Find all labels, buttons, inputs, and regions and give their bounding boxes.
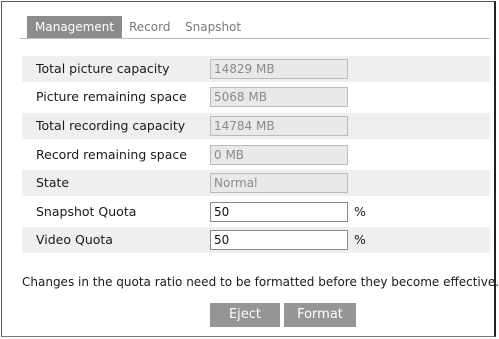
total-picture-capacity-label: Total picture capacity xyxy=(36,61,170,76)
picture-remaining-space-field: 5068 MB xyxy=(210,87,348,107)
row-record-remaining-space: Record remaining space 0 MB xyxy=(22,142,490,168)
format-button[interactable]: Format xyxy=(284,303,356,327)
state-field: Normal xyxy=(210,173,348,193)
tab-management[interactable]: Management xyxy=(27,16,123,38)
snapshot-quota-label: Snapshot Quota xyxy=(36,204,137,219)
tab-record[interactable]: Record xyxy=(129,16,170,38)
row-state: State Normal xyxy=(22,170,490,196)
total-recording-capacity-field: 14784 MB xyxy=(210,116,348,136)
quota-format-note: Changes in the quota ratio need to be fo… xyxy=(22,275,499,289)
total-recording-capacity-label: Total recording capacity xyxy=(36,118,186,133)
video-quota-label: Video Quota xyxy=(36,232,113,247)
total-picture-capacity-field: 14829 MB xyxy=(210,59,348,79)
row-video-quota: Video Quota % xyxy=(22,227,490,253)
video-quota-unit: % xyxy=(354,232,366,247)
record-remaining-space-field: 0 MB xyxy=(210,145,348,165)
row-snapshot-quota: Snapshot Quota % xyxy=(22,199,490,225)
snapshot-quota-unit: % xyxy=(354,204,366,219)
tab-snapshot[interactable]: Snapshot xyxy=(185,16,241,38)
row-total-picture-capacity: Total picture capacity 14829 MB xyxy=(22,56,490,82)
row-total-recording-capacity: Total recording capacity 14784 MB xyxy=(22,113,490,139)
snapshot-quota-input[interactable] xyxy=(210,202,348,222)
eject-button[interactable]: Eject xyxy=(210,303,280,327)
record-remaining-space-label: Record remaining space xyxy=(36,147,187,162)
state-label: State xyxy=(36,175,70,190)
picture-remaining-space-label: Picture remaining space xyxy=(36,89,187,104)
tab-bar: Management Record Snapshot xyxy=(20,16,490,39)
video-quota-input[interactable] xyxy=(210,230,348,250)
storage-panel: Management Record Snapshot Total picture… xyxy=(1,1,499,337)
row-picture-remaining-space: Picture remaining space 5068 MB xyxy=(22,84,490,110)
